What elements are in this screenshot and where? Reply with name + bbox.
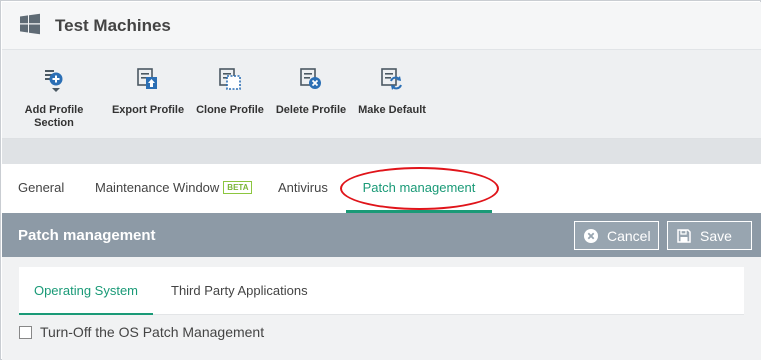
add-section-icon: [45, 70, 63, 92]
tab-maintenance-window-label: Maintenance Window: [95, 180, 220, 195]
clone-profile-label: Clone Profile: [196, 104, 264, 116]
tab-antivirus[interactable]: Antivirus: [278, 164, 328, 213]
delete-icon: [300, 68, 321, 89]
tab-third-party-applications-label: Third Party Applications: [171, 283, 308, 298]
tab-operating-system-label: Operating System: [33, 283, 139, 298]
tab-general[interactable]: General: [18, 164, 64, 213]
app-window: Test Machines Add Profile Section Export…: [0, 0, 761, 360]
tab-patch-management-label: Patch management: [362, 180, 476, 195]
cancel-label: Cancel: [607, 228, 651, 244]
beta-badge: BETA: [223, 181, 253, 194]
turn-off-os-patch-label: Turn-Off the OS Patch Management: [40, 324, 265, 340]
page-title: Test Machines: [55, 16, 171, 35]
delete-profile-button[interactable]: Delete Profile: [274, 50, 348, 139]
profile-tabs: General Maintenance Window BETA Antivirus…: [2, 164, 761, 213]
page-header: Test Machines: [2, 2, 761, 50]
tab-operating-system[interactable]: Operating System: [19, 267, 153, 315]
clone-icon: [219, 68, 241, 90]
windows-logo-icon: [20, 13, 40, 35]
add-profile-section-label-2: Section: [34, 117, 74, 129]
save-label: Save: [700, 228, 732, 244]
tab-general-label: General: [18, 180, 65, 195]
tab-patch-management[interactable]: Patch management: [346, 164, 492, 213]
patch-management-panel: Operating System Third Party Application…: [2, 257, 761, 360]
clone-profile-button[interactable]: Clone Profile: [193, 50, 267, 139]
cancel-icon: [584, 229, 598, 243]
export-icon: [137, 68, 157, 89]
os-subtabs: Operating System Third Party Application…: [19, 267, 744, 315]
tab-antivirus-label: Antivirus: [278, 180, 328, 195]
add-profile-section-label-1: Add Profile: [24, 104, 84, 116]
add-profile-section-button[interactable]: Add Profile Section: [16, 50, 92, 139]
section-title: Patch management: [18, 227, 156, 244]
export-profile-label: Export Profile: [111, 104, 185, 116]
make-default-label: Make Default: [358, 104, 426, 116]
section-header: Patch management Cancel Save: [2, 213, 761, 257]
make-default-button[interactable]: Make Default: [356, 50, 428, 139]
delete-profile-label: Delete Profile: [275, 104, 347, 116]
tab-third-party-applications[interactable]: Third Party Applications: [171, 267, 308, 315]
save-icon: [677, 229, 691, 243]
tab-maintenance-window[interactable]: Maintenance Window BETA: [95, 164, 253, 213]
make-default-icon: [381, 68, 402, 90]
export-profile-button[interactable]: Export Profile: [110, 50, 186, 139]
separator-band: [2, 139, 761, 164]
save-button[interactable]: Save: [667, 221, 752, 250]
turn-off-os-patch-checkbox[interactable]: [19, 326, 32, 339]
profile-toolbar: Add Profile Section Export Profile Clone…: [2, 50, 761, 139]
cancel-button[interactable]: Cancel: [574, 221, 659, 250]
